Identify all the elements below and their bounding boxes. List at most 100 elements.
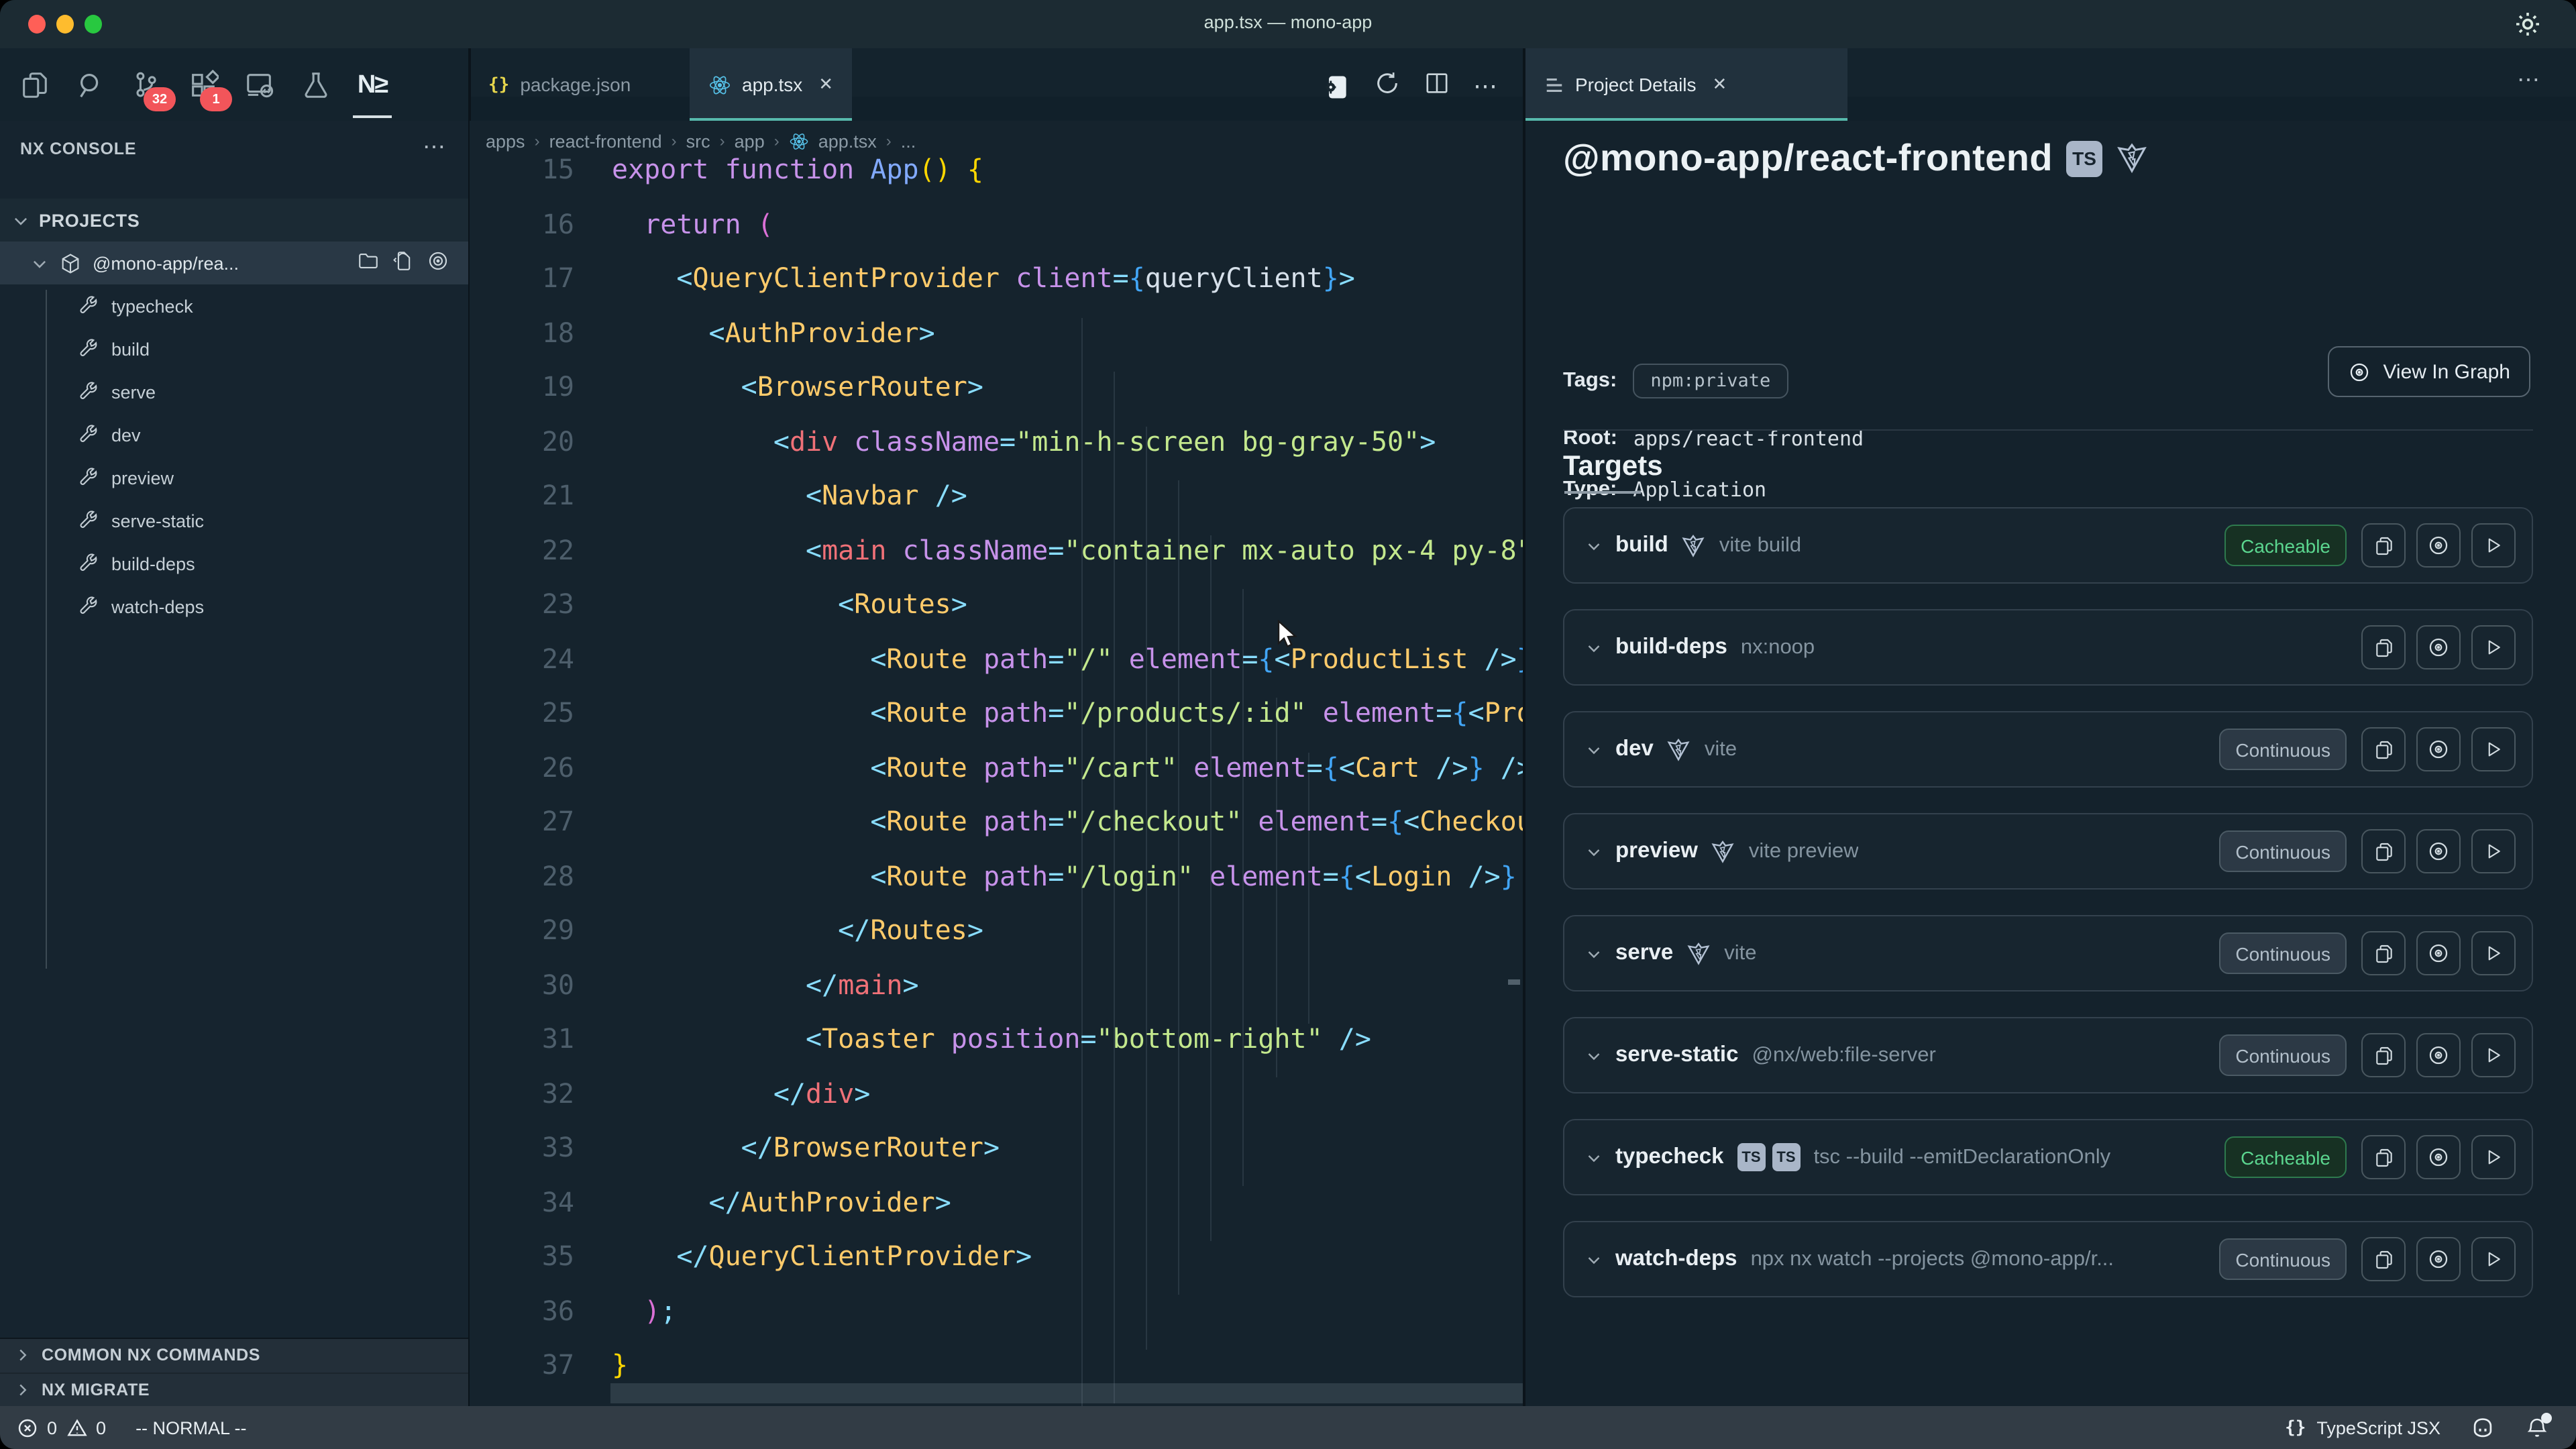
copy-command-button[interactable]	[2361, 829, 2406, 873]
target-card-preview[interactable]: previewvite previewContinuous	[1563, 813, 2533, 890]
projects-section-header[interactable]: PROJECTS	[0, 199, 468, 241]
source-control-icon[interactable]: 32	[126, 64, 168, 106]
run-target-button[interactable]	[2471, 523, 2516, 568]
code-line-36[interactable]: 36 );	[470, 1283, 1523, 1338]
code-lines[interactable]: 15export function App() {16 return (17 <…	[470, 142, 1523, 1406]
close-tab-icon[interactable]: ✕	[818, 74, 833, 95]
search-icon[interactable]	[70, 64, 111, 106]
copy-command-button[interactable]	[2361, 931, 2406, 975]
code-line-26[interactable]: 26 <Route path="/cart" element={<Cart />…	[470, 740, 1523, 794]
tab-project-details[interactable]: Project Details ✕	[1525, 48, 1847, 121]
horizontal-scrollbar[interactable]	[610, 1383, 1523, 1403]
language-indicator[interactable]: {} TypeScript JSX	[2285, 1417, 2440, 1438]
sidebar-target-preview[interactable]: preview	[0, 456, 468, 499]
run-target-button[interactable]	[2471, 625, 2516, 669]
focus-in-graph-button[interactable]	[2416, 1237, 2461, 1281]
vim-mode-indicator[interactable]: -- NORMAL --	[136, 1417, 247, 1438]
code-line-23[interactable]: 23 <Routes>	[470, 577, 1523, 631]
sidebar-target-typecheck[interactable]: typecheck	[0, 284, 468, 327]
run-target-button[interactable]	[2471, 829, 2516, 873]
copy-command-button[interactable]	[2361, 1237, 2406, 1281]
focus-in-graph-button[interactable]	[2416, 523, 2461, 568]
sidebar-target-build-deps[interactable]: build-deps	[0, 542, 468, 585]
copy-command-button[interactable]	[2361, 523, 2406, 568]
target-card-typecheck[interactable]: typecheckTSTStsc --build --emitDeclarati…	[1563, 1119, 2533, 1195]
code-line-21[interactable]: 21 <Navbar />	[470, 468, 1523, 523]
copilot-icon[interactable]	[2470, 1415, 2496, 1440]
sidebar-target-dev[interactable]: dev	[0, 413, 468, 456]
run-target-button[interactable]	[2471, 1237, 2516, 1281]
target-card-dev[interactable]: devviteContinuous	[1563, 711, 2533, 788]
view-in-graph-button[interactable]: View In Graph	[2328, 346, 2530, 397]
sidebar-target-serve-static[interactable]: serve-static	[0, 499, 468, 542]
close-tab-icon[interactable]: ✕	[1713, 74, 1727, 95]
sidebar-section-common-nx-commands[interactable]: COMMON NX COMMANDS	[0, 1339, 468, 1373]
focus-in-graph-button[interactable]	[2416, 625, 2461, 669]
chevron-down-icon[interactable]	[1586, 537, 1602, 553]
project-root-item[interactable]: @mono-app/rea...	[0, 241, 468, 284]
target-card-serve[interactable]: serveviteContinuous	[1563, 915, 2533, 991]
problems-indicator[interactable]: 0 0	[17, 1417, 106, 1438]
nx-console-icon[interactable]: N≥	[352, 64, 393, 106]
code-line-30[interactable]: 30 </main>	[470, 957, 1523, 1012]
chevron-down-icon[interactable]	[1586, 843, 1602, 859]
explorer-icon[interactable]	[13, 64, 55, 106]
folder-icon[interactable]	[357, 250, 380, 276]
refresh-icon[interactable]	[1374, 70, 1401, 103]
code-line-27[interactable]: 27 <Route path="/checkout" element={<Che…	[470, 794, 1523, 849]
more-actions-icon[interactable]: ⋯	[1473, 72, 1499, 101]
code-line-35[interactable]: 35 </QueryClientProvider>	[470, 1229, 1523, 1283]
sidebar-section-nx-migrate[interactable]: NX MIGRATE	[0, 1373, 468, 1406]
chevron-down-icon[interactable]	[1586, 1149, 1602, 1165]
code-line-29[interactable]: 29 </Routes>	[470, 903, 1523, 957]
target-card-build-deps[interactable]: build-depsnx:noop	[1563, 609, 2533, 686]
copy-command-button[interactable]	[2361, 727, 2406, 771]
sidebar-target-watch-deps[interactable]: watch-deps	[0, 585, 468, 628]
sidebar-target-build[interactable]: build	[0, 327, 468, 370]
target-card-serve-static[interactable]: serve-static@nx/web:file-serverContinuou…	[1563, 1017, 2533, 1093]
tab-app-tsx[interactable]: app.tsx ✕	[690, 48, 852, 121]
code-line-19[interactable]: 19 <BrowserRouter>	[470, 360, 1523, 414]
code-line-17[interactable]: 17 <QueryClientProvider client={queryCli…	[470, 251, 1523, 305]
copy-command-button[interactable]	[2361, 1033, 2406, 1077]
code-line-16[interactable]: 16 return (	[470, 197, 1523, 251]
chevron-down-icon[interactable]	[1586, 741, 1602, 757]
code-line-32[interactable]: 32 </div>	[470, 1066, 1523, 1120]
chevron-down-icon[interactable]	[1586, 1047, 1602, 1063]
sidebar-target-serve[interactable]: serve	[0, 370, 468, 413]
target-card-watch-deps[interactable]: watch-depsnpx nx watch --projects @mono-…	[1563, 1221, 2533, 1297]
code-line-24[interactable]: 24 <Route path="/" element={<ProductList…	[470, 631, 1523, 686]
tab-package-json[interactable]: {} package.json	[470, 48, 649, 121]
focus-in-graph-button[interactable]	[2416, 931, 2461, 975]
chevron-down-icon[interactable]	[1586, 639, 1602, 655]
code-line-33[interactable]: 33 </BrowserRouter>	[470, 1120, 1523, 1175]
code-line-22[interactable]: 22 <main className="container mx-auto px…	[470, 523, 1523, 577]
extensions-icon[interactable]: 1	[182, 64, 224, 106]
code-line-28[interactable]: 28 <Route path="/login" element={<Login …	[470, 849, 1523, 903]
run-target-button[interactable]	[2471, 931, 2516, 975]
panel-more-icon[interactable]: ⋯	[2517, 67, 2541, 94]
focus-in-graph-button[interactable]	[2416, 727, 2461, 771]
code-line-34[interactable]: 34 </AuthProvider>	[470, 1175, 1523, 1229]
target-icon[interactable]	[427, 250, 449, 276]
run-target-button[interactable]	[2471, 1135, 2516, 1179]
code-editor[interactable]: apps›react-frontend›src›app›app.tsx›... …	[470, 121, 1523, 1406]
focus-in-graph-button[interactable]	[2416, 1135, 2461, 1179]
chevron-down-icon[interactable]	[1586, 945, 1602, 961]
copy-command-button[interactable]	[2361, 625, 2406, 669]
code-line-15[interactable]: 15export function App() {	[470, 142, 1523, 197]
run-target-button[interactable]	[2471, 1033, 2516, 1077]
sidebar-more-icon[interactable]: ⋯	[423, 134, 447, 161]
code-line-20[interactable]: 20 <div className="min-h-screen bg-gray-…	[470, 414, 1523, 468]
gear-icon[interactable]	[2512, 8, 2544, 47]
focus-in-graph-button[interactable]	[2416, 1033, 2461, 1077]
chevron-down-icon[interactable]	[1586, 1251, 1602, 1267]
target-card-build[interactable]: buildvite buildCacheable	[1563, 507, 2533, 584]
focus-in-graph-button[interactable]	[2416, 829, 2461, 873]
remote-explorer-icon[interactable]	[239, 64, 280, 106]
notifications-bell-icon[interactable]	[2525, 1415, 2549, 1440]
testing-beaker-icon[interactable]	[295, 64, 337, 106]
open-project-details-icon[interactable]	[1322, 72, 1351, 101]
copy-command-button[interactable]	[2361, 1135, 2406, 1179]
code-line-25[interactable]: 25 <Route path="/products/:id" element={…	[470, 686, 1523, 740]
